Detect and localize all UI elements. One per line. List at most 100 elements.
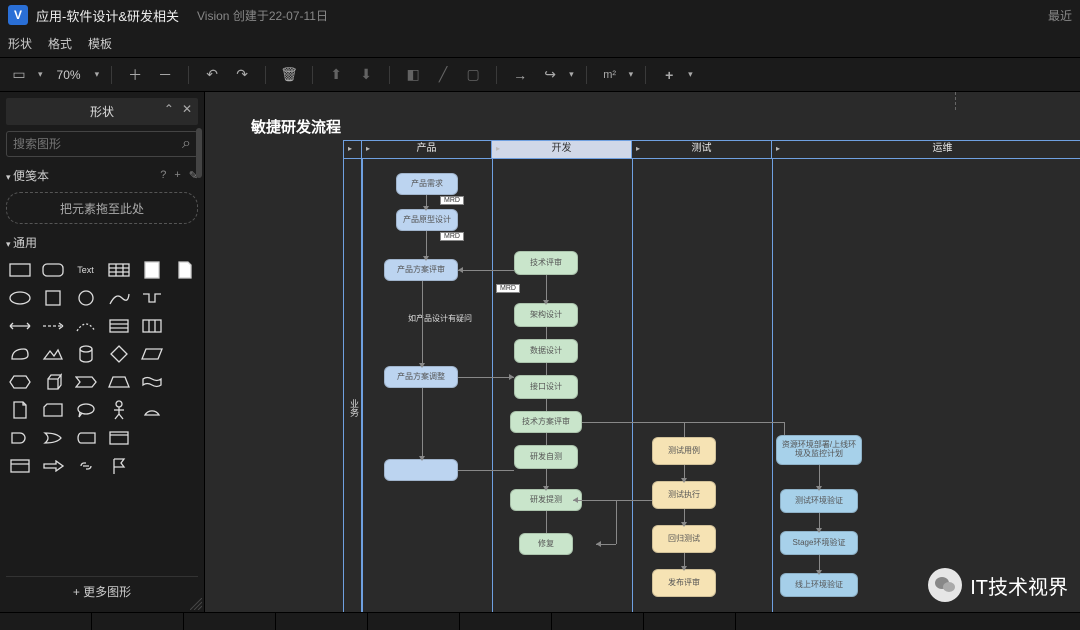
add-dropdown-icon[interactable]: ▾ <box>688 64 693 86</box>
status-cell[interactable] <box>552 613 644 630</box>
menu-format[interactable]: 格式 <box>48 35 72 52</box>
add-scratch-icon[interactable]: + <box>174 169 180 182</box>
shape-link[interactable] <box>72 455 99 477</box>
scratchpad-header[interactable]: ▾ 便笺本 ? + ✎ <box>6 167 198 184</box>
collapse-icon[interactable]: ⌃ <box>164 102 174 116</box>
redo-icon[interactable]: ↷ <box>231 64 253 86</box>
shape-or[interactable] <box>39 427 66 449</box>
status-cell[interactable] <box>368 613 460 630</box>
shape-mountain[interactable] <box>39 343 66 365</box>
node-p4[interactable]: 产品方案调整 <box>384 366 458 388</box>
node-p5[interactable] <box>384 459 458 481</box>
menu-template[interactable]: 模板 <box>88 35 112 52</box>
shape-cube[interactable] <box>39 371 66 393</box>
node-d8[interactable]: 修复 <box>519 533 573 555</box>
lane-header-dev[interactable]: 开发 <box>492 141 632 159</box>
status-cell[interactable] <box>276 613 368 630</box>
zoom-level[interactable]: 70% <box>51 68 87 82</box>
shape-list[interactable] <box>105 315 132 337</box>
fill-color-icon[interactable]: ◧ <box>402 64 424 86</box>
node-d2[interactable]: 架构设计 <box>514 303 578 327</box>
bring-front-icon[interactable]: ⬆ <box>325 64 347 86</box>
status-cell[interactable] <box>460 613 552 630</box>
shape-storage[interactable] <box>72 427 99 449</box>
lane-corner[interactable] <box>344 141 362 159</box>
shape-roundrect[interactable] <box>39 259 66 281</box>
shape-bidir-arrow[interactable] <box>6 315 33 337</box>
close-icon[interactable]: ✕ <box>182 102 192 116</box>
zoom-out-icon[interactable]: － <box>154 64 176 86</box>
lane-header-product[interactable]: 产品 <box>362 141 492 159</box>
more-shapes-button[interactable]: + 更多图形 <box>6 576 198 606</box>
shape-page[interactable] <box>171 259 198 281</box>
shape-diamond[interactable] <box>105 343 132 365</box>
shape-card[interactable] <box>39 399 66 421</box>
general-section-header[interactable]: ▾ 通用 <box>6 234 198 251</box>
shape-browser[interactable] <box>105 427 132 449</box>
menu-shape[interactable]: 形状 <box>8 35 32 52</box>
node-d4[interactable]: 接口设计 <box>514 375 578 399</box>
delete-icon[interactable]: 🗑 <box>278 64 300 86</box>
node-d5[interactable]: 技术方案评审 <box>510 411 582 433</box>
search-icon[interactable]: ⌕ <box>182 135 191 153</box>
shape-arc-arrow[interactable] <box>72 315 99 337</box>
measure-dropdown-icon[interactable]: ▾ <box>629 64 634 86</box>
shape-arrow-right[interactable] <box>39 455 66 477</box>
node-o3[interactable]: Stage环境验证 <box>780 531 858 555</box>
shape-actor[interactable] <box>105 399 132 421</box>
line-style-dropdown-icon[interactable]: ▾ <box>569 64 574 86</box>
shadow-icon[interactable]: ▢ <box>462 64 484 86</box>
measure-icon[interactable]: m² <box>599 64 621 86</box>
shape-window[interactable] <box>6 455 33 477</box>
node-o1[interactable]: 资源环境部署/上线环境及监控计划 <box>776 435 862 465</box>
node-t1[interactable]: 测试用例 <box>652 437 716 465</box>
shape-cylinder[interactable] <box>72 343 99 365</box>
shape-zigzag[interactable] <box>138 287 165 309</box>
shape-hexagon[interactable] <box>6 371 33 393</box>
lane-header-test[interactable]: 测试 <box>632 141 772 159</box>
shape-columns[interactable] <box>138 315 165 337</box>
shape-trapezoid[interactable] <box>105 371 132 393</box>
node-t4[interactable]: 发布评审 <box>652 569 716 597</box>
shape-note[interactable] <box>138 259 165 281</box>
zoom-dropdown-icon[interactable]: ▾ <box>95 64 100 86</box>
node-o2[interactable]: 测试环境验证 <box>780 489 858 513</box>
node-t2[interactable]: 测试执行 <box>652 481 716 509</box>
node-p3[interactable]: 产品方案评审 <box>384 259 458 281</box>
lane-header-ops[interactable]: 运维 <box>772 141 1080 159</box>
shape-callout[interactable] <box>72 399 99 421</box>
swimlanes[interactable]: 业务 产品 开发 测试 运维 产品需求 MRD 产品原型设计 MRD 产品 <box>343 140 1080 612</box>
recent-indicator[interactable]: 最近 <box>1048 7 1072 24</box>
shape-curve[interactable] <box>105 287 132 309</box>
search-input[interactable] <box>13 137 182 151</box>
resize-grip-icon[interactable] <box>190 598 202 610</box>
status-cell[interactable] <box>644 613 736 630</box>
node-d7[interactable]: 研发提测 <box>510 489 582 511</box>
node-p2[interactable]: 产品原型设计 <box>396 209 458 231</box>
scratchpad-dropzone[interactable]: 把元素拖至此处 <box>6 192 198 224</box>
shape-document[interactable] <box>6 399 33 421</box>
shape-wave[interactable] <box>138 371 165 393</box>
send-back-icon[interactable]: ⬇ <box>355 64 377 86</box>
shape-and[interactable] <box>6 427 33 449</box>
node-d1[interactable]: 技术评审 <box>514 251 578 275</box>
diagram-paper[interactable]: 敏捷研发流程 业务 产品 开发 测试 运维 产品需求 MRD 产品原型设计 <box>225 112 1080 612</box>
node-d3[interactable]: 数据设计 <box>514 339 578 363</box>
undo-icon[interactable]: ↶ <box>201 64 223 86</box>
shape-rect[interactable] <box>6 259 33 281</box>
shape-step[interactable] <box>72 371 99 393</box>
status-cell[interactable] <box>92 613 184 630</box>
shape-text[interactable]: Text <box>72 259 99 281</box>
status-cell[interactable] <box>184 613 276 630</box>
node-t3[interactable]: 回归测试 <box>652 525 716 553</box>
shape-dashed-arrow[interactable] <box>39 315 66 337</box>
shape-leaf[interactable] <box>6 343 33 365</box>
shape-flag[interactable] <box>105 455 132 477</box>
shape-parallelogram[interactable] <box>138 343 165 365</box>
fit-page-icon[interactable]: ▭ <box>8 64 30 86</box>
shape-table[interactable] <box>105 259 132 281</box>
row-label[interactable]: 业务 <box>344 141 362 612</box>
fit-dropdown-icon[interactable]: ▾ <box>38 64 43 86</box>
waypoint-icon[interactable]: ↪ <box>539 64 561 86</box>
shape-ellipse[interactable] <box>6 287 33 309</box>
